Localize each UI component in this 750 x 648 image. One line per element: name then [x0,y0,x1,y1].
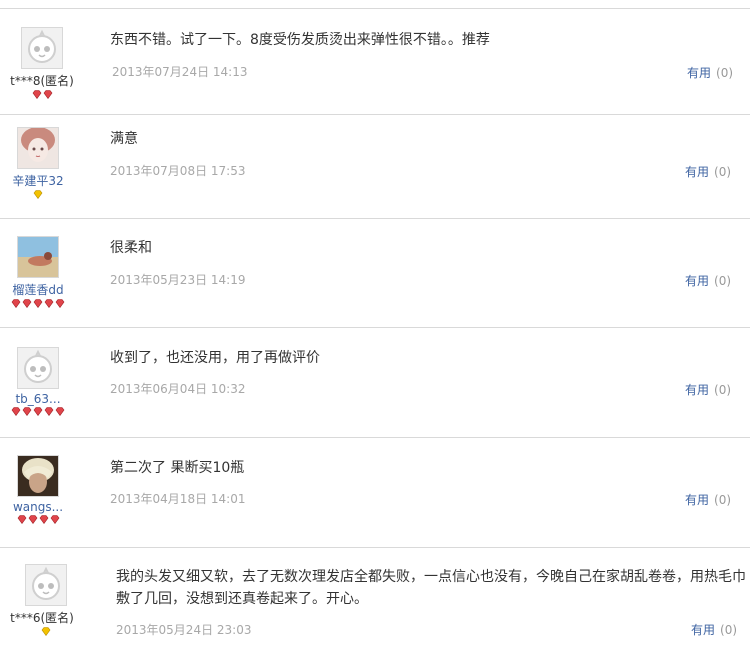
red-diamond-icon [32,90,41,99]
useful-count: (0) [714,383,732,397]
buyer-rank-badge [0,407,80,419]
red-diamond-icon [11,299,21,308]
buyer-rank-badge [0,515,80,527]
red-diamond-icon [55,407,65,416]
buyer-rank-badge [0,90,84,102]
useful-label: 有用 [685,383,710,397]
reviewer: 辛建平32 [0,127,80,202]
review-text: 收到了，也还没用，用了再做评价 [110,350,320,366]
red-diamond-icon [11,407,21,416]
review-item: t***6(匿名) 我的头发又细又软，去了无数次理发店全都失败，一点信心也没有，… [0,548,750,648]
red-diamond-icon [44,407,54,416]
useful-label: 有用 [685,493,710,507]
useful-button[interactable]: 有用 (0) [685,491,731,508]
photo-avatar-beach[interactable] [17,236,59,278]
useful-label: 有用 [685,274,710,288]
useful-button[interactable]: 有用 (0) [685,381,731,398]
red-diamond-icon [50,515,59,524]
useful-label: 有用 [691,623,716,637]
useful-button[interactable]: 有用 (0) [685,272,731,289]
red-diamond-icon [17,515,26,524]
review-text: 很柔和 [110,240,152,256]
username[interactable]: tb_63... [0,392,80,406]
review-item: 辛建平32 满意 2013年07月08日 17:53 有用 (0) [0,115,750,219]
username[interactable]: t***8(匿名) [0,72,84,89]
yellow-diamond-icon [33,190,43,199]
reviewer: tb_63... [0,347,80,419]
review-date: 2013年04月18日 14:01 [110,492,246,506]
review-text: 满意 [110,131,138,147]
review-date: 2013年07月24日 14:13 [112,65,248,79]
useful-count: (0) [714,493,732,507]
reviewer: 榴莲香dd [0,236,80,311]
buyer-rank-badge [0,299,80,311]
useful-button[interactable]: 有用 (0) [687,64,733,81]
red-diamond-icon [22,407,32,416]
red-diamond-icon [39,515,48,524]
red-diamond-icon [55,299,65,308]
red-diamond-icon [33,299,43,308]
review-item: 榴莲香dd 很柔和 2013年05月23日 14:19 有用 (0) [0,219,750,328]
red-diamond-icon [22,299,32,308]
useful-button[interactable]: 有用 (0) [691,621,737,638]
username[interactable]: 辛建平32 [0,172,80,189]
useful-count: (0) [716,66,734,80]
photo-avatar-blond[interactable] [17,455,59,497]
useful-label: 有用 [687,66,712,80]
review-item: tb_63... 收到了，也还没用，用了再做评价 2013年06月04日 10:… [0,328,750,438]
review-text: 东西不错。试了一下。8度受伤发质烫出来弹性很不错。。推荐 [110,32,490,48]
red-diamond-icon [43,90,52,99]
review-text: 第二次了 果断买10瓶 [110,460,245,476]
reviewer: wangs... [0,455,80,527]
useful-label: 有用 [685,165,710,179]
useful-count: (0) [714,165,732,179]
reviewer: t***8(匿名) [0,27,84,102]
reviewer: t***6(匿名) [4,564,88,639]
username[interactable]: wangs... [0,500,80,514]
buyer-rank-badge [4,627,88,639]
username[interactable]: t***6(匿名) [0,609,88,626]
review-date: 2013年06月04日 10:32 [110,382,246,396]
review-date: 2013年07月08日 17:53 [110,164,246,178]
review-item: t***8(匿名) 东西不错。试了一下。8度受伤发质烫出来弹性很不错。。推荐 2… [0,9,750,115]
default-avatar-icon[interactable] [21,27,63,69]
photo-avatar-girl[interactable] [17,127,59,169]
useful-count: (0) [720,623,738,637]
username[interactable]: 榴莲香dd [0,281,80,298]
red-diamond-icon [33,407,43,416]
red-diamond-icon [28,515,37,524]
default-avatar-icon[interactable] [17,347,59,389]
review-text: 我的头发又细又软，去了无数次理发店全都失败，一点信心也没有，今晚自己在家胡乱卷卷… [116,569,746,607]
buyer-rank-badge [0,190,80,202]
default-avatar-icon[interactable] [25,564,67,606]
review-date: 2013年05月23日 14:19 [110,273,246,287]
useful-count: (0) [714,274,732,288]
review-item: wangs... 第二次了 果断买10瓶 2013年04月18日 14:01 有… [0,438,750,548]
review-date: 2013年05月24日 23:03 [116,623,252,637]
yellow-diamond-icon [41,627,51,636]
red-diamond-icon [44,299,54,308]
useful-button[interactable]: 有用 (0) [685,163,731,180]
